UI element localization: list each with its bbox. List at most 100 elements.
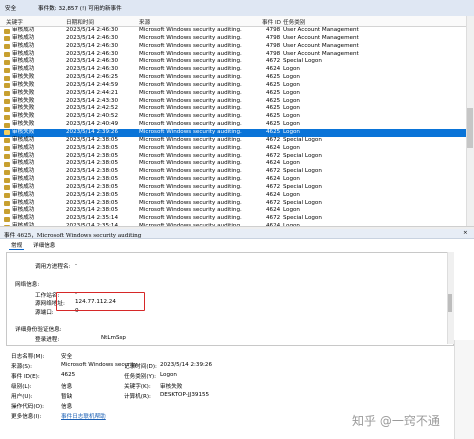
cell-datetime: 2023/5/14 2:38:05 <box>66 176 119 183</box>
tab-general[interactable]: 常规 <box>9 241 25 250</box>
cell-datetime: 2023/5/14 2:40:52 <box>66 113 119 120</box>
table-row[interactable]: 审核成功 2023/5/14 2:35:14 Microsoft Windows s… <box>0 215 466 223</box>
table-row[interactable]: 审核成功 2023/5/14 2:38:05 Microsoft Windows s… <box>0 207 466 215</box>
source-port-label: 源端口: <box>35 310 54 316</box>
cell-category: Logon <box>283 74 300 81</box>
cell-level: 审核成功 <box>12 144 35 151</box>
key-icon <box>4 122 10 128</box>
cell-source: Microsoft Windows security auditing. <box>139 81 242 88</box>
cell-datetime: 2023/5/14 2:44:59 <box>66 81 119 88</box>
table-row[interactable]: 审核失败 2023/5/14 2:39:26 Microsoft Windows s… <box>0 128 466 137</box>
table-row[interactable]: 审核失败 2023/5/14 2:40:52 Microsoft Windows s… <box>0 113 466 121</box>
computer-value: DESKTOP-JJ39155 <box>160 392 210 398</box>
column-header-source[interactable]: 来源 <box>139 18 150 26</box>
key-icon <box>4 169 10 175</box>
cell-source: Microsoft Windows security auditing. <box>139 66 242 73</box>
cell-datetime: 2023/5/14 2:38:05 <box>66 144 119 151</box>
event-tabs: 常规 详细信息 <box>0 239 474 250</box>
column-header-datetime[interactable]: 日期和时间 <box>66 18 94 26</box>
cell-datetime: 2023/5/14 2:38:05 <box>66 168 119 175</box>
task-category-value: Logon <box>160 372 177 378</box>
cell-datetime: 2023/5/14 2:46:30 <box>66 50 119 57</box>
table-row[interactable]: 审核失败 2023/5/14 2:42:52 Microsoft Windows s… <box>0 105 466 113</box>
key-icon <box>4 83 10 89</box>
column-header-level[interactable]: 关键字 <box>6 18 23 26</box>
key-icon <box>4 154 10 159</box>
table-row[interactable]: 审核成功 2023/5/14 2:46:30 Microsoft Windows s… <box>0 66 466 74</box>
column-header-event-id[interactable]: 事件 ID <box>262 18 281 26</box>
description-scroll-thumb[interactable] <box>448 294 452 312</box>
table-row[interactable]: 审核成功 2023/5/14 2:38:05 Microsoft Windows s… <box>0 176 466 184</box>
log-header-bar: 安全 事件数: 32,857 (!) 可用的新事件 <box>0 0 474 17</box>
cell-level: 审核失败 <box>12 81 35 88</box>
opcode-label: 操作代码(O): <box>11 404 45 410</box>
cell-source: Microsoft Windows security auditing. <box>139 89 242 96</box>
cell-event-id: 4625 <box>266 113 281 120</box>
network-info-heading: 网络信息: <box>15 282 40 288</box>
cell-source: Microsoft Windows security auditing. <box>139 207 242 214</box>
cell-event-id: 4798 <box>266 50 281 57</box>
logon-process-value: NtLmSsp <box>101 335 126 341</box>
cell-event-id: 4672 <box>266 168 281 175</box>
table-row[interactable]: 审核成功 2023/5/14 2:38:05 Microsoft Windows s… <box>0 200 466 208</box>
table-row[interactable]: 审核成功 2023/5/14 2:38:05 Microsoft Windows s… <box>0 145 466 153</box>
cell-event-id: 4625 <box>266 74 281 81</box>
key-icon <box>4 138 10 144</box>
table-row[interactable]: 审核成功 2023/5/14 2:46:30 Microsoft Windows s… <box>0 51 466 59</box>
cell-source: Microsoft Windows security auditing. <box>139 215 242 222</box>
cell-category: Special Logon <box>283 199 322 206</box>
table-row[interactable]: 审核成功 2023/5/14 2:38:05 Microsoft Windows s… <box>0 160 466 168</box>
cell-category: Logon <box>283 176 300 183</box>
table-row[interactable]: 审核失败 2023/5/14 2:43:30 Microsoft Windows s… <box>0 98 466 106</box>
cell-datetime: 2023/5/14 2:38:05 <box>66 207 119 214</box>
key-icon <box>4 161 10 167</box>
cell-category: Logon <box>283 89 300 96</box>
table-row[interactable]: 审核失败 2023/5/14 2:46:25 Microsoft Windows s… <box>0 74 466 82</box>
cell-event-id: 4624 <box>266 144 281 151</box>
cell-category: Special Logon <box>283 58 322 65</box>
event-list-scroll-thumb[interactable] <box>467 108 473 148</box>
table-row[interactable]: 审核失败 2023/5/14 2:44:59 Microsoft Windows s… <box>0 82 466 90</box>
key-icon <box>4 36 10 42</box>
cell-level: 审核失败 <box>12 89 35 96</box>
table-row[interactable]: 审核成功 2023/5/14 2:38:05 Microsoft Windows s… <box>0 168 466 176</box>
table-row[interactable]: 审核失败 2023/5/14 2:40:49 Microsoft Windows s… <box>0 121 466 129</box>
cell-datetime: 2023/5/14 2:46:30 <box>66 34 119 41</box>
table-row[interactable]: 审核成功 2023/5/14 2:46:30 Microsoft Windows s… <box>0 58 466 66</box>
cell-event-id: 4672 <box>266 136 281 143</box>
tab-details[interactable]: 详细信息 <box>31 241 57 249</box>
column-header-category[interactable]: 任务类别 <box>283 18 305 26</box>
online-help-link[interactable]: 事件日志联机帮助 <box>61 412 106 420</box>
logged-value: 2023/5/14 2:39:26 <box>160 362 213 368</box>
cell-datetime: 2023/5/14 2:46:30 <box>66 66 119 73</box>
computer-label: 计算机(R): <box>124 394 151 400</box>
auth-info-heading: 详细身份验证信息: <box>15 327 62 333</box>
table-row[interactable]: 审核成功 2023/5/14 2:46:30 Microsoft Windows s… <box>0 35 466 43</box>
task-category-label: 任务类别(Y): <box>124 374 157 380</box>
logon-process-label: 登录进程: <box>35 337 60 343</box>
highlight-box <box>56 292 145 311</box>
cell-level: 审核失败 <box>12 128 35 135</box>
key-icon <box>4 28 10 34</box>
cell-datetime: 2023/5/14 2:38:05 <box>66 199 119 206</box>
close-icon[interactable]: × <box>463 230 468 236</box>
level-value: 信息 <box>61 384 73 390</box>
table-row[interactable]: 审核成功 2023/5/14 2:38:05 Microsoft Windows s… <box>0 153 466 161</box>
cell-source: Microsoft Windows security auditing. <box>139 199 242 206</box>
table-row[interactable]: 审核成功 2023/5/14 2:46:30 Microsoft Windows s… <box>0 27 466 35</box>
cell-datetime: 2023/5/14 2:46:30 <box>66 58 119 65</box>
log-name: 安全 <box>5 6 17 12</box>
key-icon <box>4 59 10 65</box>
cell-event-id: 4672 <box>266 183 281 190</box>
table-row[interactable]: 审核失败 2023/5/14 2:44:21 Microsoft Windows s… <box>0 90 466 98</box>
cell-datetime: 2023/5/14 2:42:52 <box>66 105 119 112</box>
table-row[interactable]: 审核成功 2023/5/14 2:38:05 Microsoft Windows s… <box>0 137 466 145</box>
cell-source: Microsoft Windows security auditing. <box>139 34 242 41</box>
table-row[interactable]: 审核成功 2023/5/14 2:46:30 Microsoft Windows s… <box>0 43 466 51</box>
table-row[interactable]: 审核成功 2023/5/14 2:38:05 Microsoft Windows s… <box>0 192 466 200</box>
key-icon <box>4 52 10 58</box>
cell-event-id: 4798 <box>266 42 281 49</box>
key-icon <box>4 99 10 105</box>
table-row[interactable]: 审核成功 2023/5/14 2:38:05 Microsoft Windows s… <box>0 184 466 192</box>
cell-category: User Account Management <box>283 50 359 57</box>
